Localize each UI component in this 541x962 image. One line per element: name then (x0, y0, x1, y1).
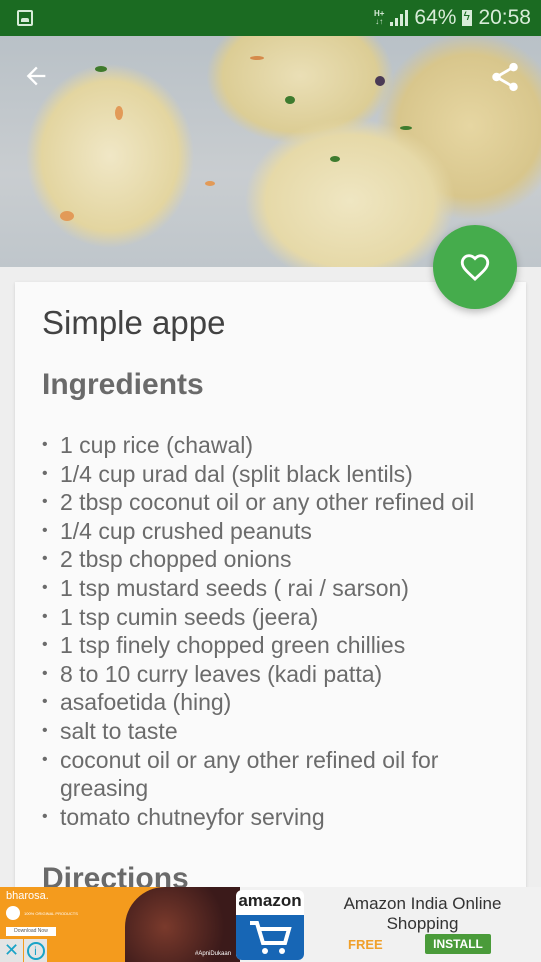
battery-charging-icon (462, 9, 473, 26)
ad-badge: 100% ORIGINAL PRODUCTS (6, 906, 78, 920)
recipe-card: Simple appe Ingredients 1 cup rice (chaw… (15, 282, 526, 922)
ad-info-button[interactable]: i (24, 939, 47, 962)
ad-close-button[interactable]: ✕ (0, 939, 23, 962)
ad-price: FREE (348, 937, 383, 952)
amazon-app-logo[interactable]: amazon (236, 890, 304, 960)
share-button[interactable] (488, 60, 522, 94)
ad-banner-text: bharosa. (6, 890, 49, 902)
battery-percent: 64% (414, 6, 457, 29)
ingredients-list: 1 cup rice (chawal) 1/4 cup urad dal (sp… (42, 431, 512, 831)
ad-hashtag: #ApniDukaan (195, 951, 232, 957)
share-icon (492, 62, 518, 92)
clock: 20:58 (478, 6, 531, 29)
info-icon: i (26, 941, 45, 960)
ingredient-item: salt to taste (42, 717, 512, 746)
favorite-button[interactable] (433, 225, 517, 309)
ingredient-item: 1 cup rice (chawal) (42, 431, 512, 460)
ingredient-item: asafoetida (hing) (42, 688, 512, 717)
ingredient-item: 1 tsp mustard seeds ( rai / sarson) (42, 574, 512, 603)
heart-outline-icon (460, 254, 490, 281)
ingredient-item: coconut oil or any other refined oil for… (42, 746, 512, 803)
ad-download-button[interactable]: Download Now (6, 927, 56, 936)
recipe-title: Simple appe (42, 304, 226, 341)
shopping-cart-icon (250, 920, 292, 954)
ingredient-item: 1 tsp cumin seeds (jeera) (42, 603, 512, 632)
ingredient-item: 1/4 cup urad dal (split black lentils) (42, 460, 512, 489)
ingredients-heading: Ingredients (42, 368, 204, 401)
network-type-icon: H+ ↓↑ (373, 9, 385, 26)
ingredient-item: tomato chutneyfor serving (42, 803, 512, 832)
ingredient-item: 8 to 10 curry leaves (kadi patta) (42, 660, 512, 689)
ad-app-title: Amazon India Online Shopping (343, 894, 502, 933)
ad-banner[interactable]: bharosa. 100% ORIGINAL PRODUCTS Download… (0, 887, 541, 962)
ingredient-item: 1/4 cup crushed peanuts (42, 517, 512, 546)
back-button[interactable] (20, 60, 52, 92)
close-icon: ✕ (3, 940, 20, 960)
ad-install-button[interactable]: INSTALL (425, 934, 491, 954)
gallery-notification-icon (17, 10, 33, 26)
signal-strength-icon (390, 10, 409, 26)
ingredient-item: 2 tbsp coconut oil or any other refined … (42, 488, 512, 517)
arrow-back-icon (26, 66, 46, 86)
ingredient-item: 1 tsp finely chopped green chillies (42, 631, 512, 660)
status-bar: H+↓↑ 64% 20:58 (0, 0, 541, 36)
ingredient-item: 2 tbsp chopped onions (42, 545, 512, 574)
